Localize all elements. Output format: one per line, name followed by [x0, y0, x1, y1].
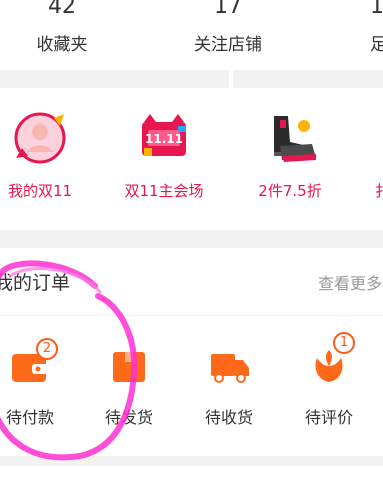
- favorites-count: 42: [48, 0, 76, 19]
- order-pending-payment-label: 待付款: [5, 408, 54, 427]
- promo-partial-icon: [375, 108, 383, 168]
- footprints-stat[interactable]: 1 足: [370, 0, 383, 55]
- order-pending-payment[interactable]: 2 待付款: [0, 338, 75, 428]
- my-orders-section: 我的订单 查看更多 2 待付款 待发货 待收货 1 待评价: [0, 248, 383, 456]
- package-icon: [113, 352, 145, 382]
- order-pending-shipment[interactable]: 待发货: [84, 344, 174, 428]
- section-gap-bottom: [0, 456, 383, 466]
- promo-double11-venue[interactable]: 11.11 双11主会场: [109, 108, 219, 201]
- promo-partial-label: 扌: [375, 182, 383, 200]
- favorites-stat[interactable]: 42 收藏夹: [2, 0, 122, 55]
- section-gap: [0, 230, 383, 248]
- svg-text:11.11: 11.11: [145, 132, 183, 146]
- truck-icon: [211, 354, 249, 383]
- footprints-label: 足: [370, 35, 383, 55]
- view-more-orders-link[interactable]: 查看更多: [318, 270, 382, 294]
- promo-two-items-discount-label: 2件7.5折: [258, 182, 322, 200]
- next-section-edge: [0, 466, 383, 484]
- boots-discount-icon: [274, 116, 316, 162]
- orders-title: 我的订单: [0, 272, 71, 294]
- order-pending-review[interactable]: 1 待评价: [284, 332, 374, 428]
- promo-my-double11-label: 我的双11: [7, 182, 73, 200]
- promo-double11-venue-label: 双11主会场: [124, 182, 204, 200]
- avatar-badge-icon: [14, 112, 66, 164]
- order-pending-receipt-label: 待收货: [204, 408, 253, 427]
- section-divider: [0, 70, 383, 88]
- stats-row: 42 收藏夹 17 关注店铺 1 足: [0, 0, 383, 70]
- order-pending-shipment-label: 待发货: [104, 408, 153, 427]
- promo-partial[interactable]: 扌: [375, 108, 383, 201]
- order-pending-receipt[interactable]: 待收货: [184, 344, 274, 428]
- orders-header: 我的订单 查看更多: [0, 248, 383, 316]
- promo-my-double11[interactable]: 我的双11: [0, 108, 95, 201]
- followed-stores-label: 关注店铺: [194, 35, 262, 55]
- double11-venue-icon: 11.11: [142, 114, 186, 156]
- footprints-count: 1: [370, 0, 383, 19]
- favorites-label: 收藏夹: [36, 35, 88, 55]
- promo-two-items-discount[interactable]: 2件7.5折: [235, 108, 345, 201]
- followed-stores-count: 17: [214, 0, 242, 19]
- pending-payment-badge: 2: [36, 338, 58, 360]
- promo-row: 我的双11 11.11 双11主会场 2件7.5折 扌: [0, 88, 383, 230]
- pending-review-badge: 1: [333, 332, 355, 354]
- followed-stores-stat[interactable]: 17 关注店铺: [168, 0, 288, 55]
- order-pending-review-label: 待评价: [304, 408, 353, 427]
